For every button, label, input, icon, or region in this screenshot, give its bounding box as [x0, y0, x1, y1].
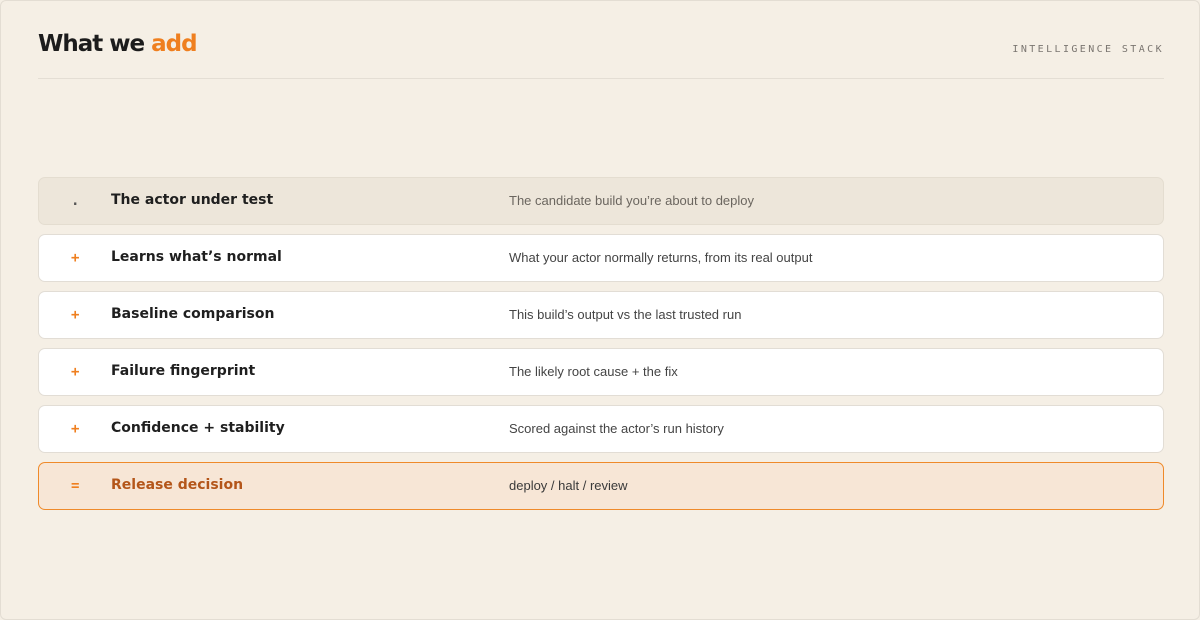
section-eyebrow: INTELLIGENCE STACK: [1012, 44, 1164, 55]
row-label: Release decision: [111, 477, 244, 493]
row-label: Baseline comparison: [111, 306, 275, 322]
stack-row-failure-fingerprint: + Failure fingerprint The likely root ca…: [38, 348, 1164, 396]
row-description: This build’s output vs the last trusted …: [509, 307, 742, 322]
row-symbol: =: [71, 478, 80, 494]
title-main: What we: [38, 31, 152, 57]
page-title: What we add: [38, 31, 198, 57]
title-accent: add: [151, 31, 197, 57]
row-description: The likely root cause + the fix: [509, 364, 678, 379]
stack-row-learns-normal: + Learns what’s normal What your actor n…: [38, 234, 1164, 282]
section-header: What we add INTELLIGENCE STACK: [38, 31, 1164, 79]
row-description: The candidate build you’re about to depl…: [509, 193, 755, 208]
page-frame: What we add INTELLIGENCE STACK . The act…: [0, 0, 1200, 620]
row-symbol: +: [71, 364, 80, 380]
stack-row-baseline-comparison: + Baseline comparison This build’s outpu…: [38, 291, 1164, 339]
stack-row-release-decision: = Release decision deploy / halt / revie…: [38, 462, 1164, 510]
row-description: Scored against the actor’s run history: [509, 421, 724, 436]
stack-row-actor-under-test: . The actor under test The candidate bui…: [38, 177, 1164, 225]
row-label: Learns what’s normal: [111, 249, 282, 265]
stack-list: . The actor under test The candidate bui…: [38, 177, 1164, 519]
stack-row-confidence-stability: + Confidence + stability Scored against …: [38, 405, 1164, 453]
row-symbol: +: [71, 421, 80, 437]
row-symbol: +: [71, 250, 80, 266]
row-symbol: .: [71, 193, 80, 209]
row-description: deploy / halt / review: [509, 478, 628, 493]
row-label: Confidence + stability: [111, 420, 285, 436]
row-description: What your actor normally returns, from i…: [509, 250, 813, 265]
row-label: The actor under test: [111, 192, 274, 208]
row-label: Failure fingerprint: [111, 363, 256, 379]
row-symbol: +: [71, 307, 80, 323]
